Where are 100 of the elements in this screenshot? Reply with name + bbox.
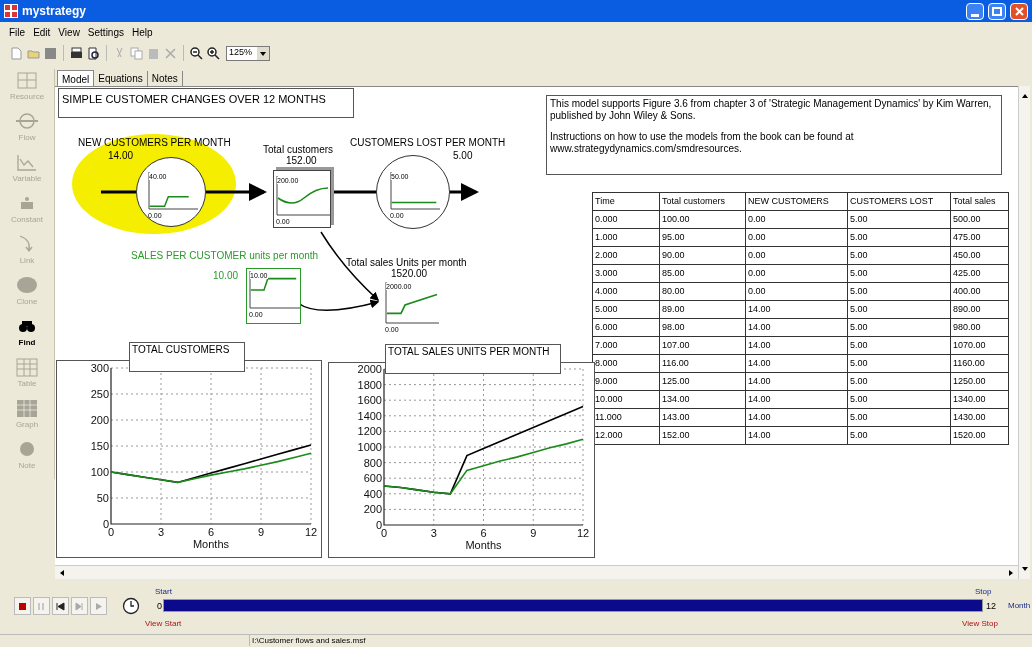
column-header: Time xyxy=(592,192,660,211)
view-stop-link[interactable]: View Stop xyxy=(962,618,998,630)
table-cell: 125.00 xyxy=(659,372,746,391)
table-cell: 400.00 xyxy=(950,282,1009,301)
minimize-button[interactable] xyxy=(966,2,984,20)
node-label: SALES PER CUSTOMER units per month xyxy=(131,250,319,261)
flow-arrow xyxy=(206,183,267,201)
tick-label: 200 xyxy=(90,414,109,426)
table-cell: 0.00 xyxy=(745,264,848,283)
tick-label: 9 xyxy=(530,527,537,539)
table-cell: 1520.00 xyxy=(950,426,1009,445)
tick-label: 6 xyxy=(480,527,487,539)
table-cell: 1.000 xyxy=(592,228,660,247)
scroll-down-icon[interactable] xyxy=(1020,565,1029,573)
table-cell: 5.00 xyxy=(847,228,951,247)
print-preview-icon[interactable] xyxy=(87,46,100,60)
mini-graph xyxy=(146,172,198,212)
table-cell: 0.000 xyxy=(592,210,660,229)
table-cell: 5.00 xyxy=(847,246,951,265)
table-cell: 14.00 xyxy=(745,372,848,391)
table-cell: 500.00 xyxy=(950,210,1009,229)
rewind-button[interactable] xyxy=(52,597,69,615)
horizontal-scrollbar[interactable] xyxy=(55,565,1018,579)
table-cell: 80.00 xyxy=(659,282,746,301)
menu-item[interactable]: Settings xyxy=(86,24,125,40)
column-header: Total customers xyxy=(659,192,746,211)
tick-label: 50 xyxy=(96,492,109,504)
tick-label: 2000 xyxy=(357,363,382,375)
menu-item[interactable]: File xyxy=(8,24,27,40)
table-cell: 6.000 xyxy=(592,318,660,337)
mini-graph xyxy=(247,271,300,311)
scroll-up-icon[interactable] xyxy=(1020,92,1029,100)
table-cell: 0.00 xyxy=(745,210,848,229)
node-label: Total sales Units per month xyxy=(346,257,467,268)
table-cell: 143.00 xyxy=(659,408,746,427)
tick-label: 250 xyxy=(90,388,109,400)
zoom-in-icon[interactable] xyxy=(207,46,220,60)
status-text: I:\Customer flows and sales.msf xyxy=(251,635,366,646)
save-icon[interactable] xyxy=(44,46,57,60)
close-button[interactable] xyxy=(1010,2,1028,20)
flow-pipe xyxy=(334,190,376,194)
clock-icon[interactable] xyxy=(122,597,140,615)
tick-label: 3 xyxy=(430,527,437,539)
tick-label: 800 xyxy=(363,456,382,469)
table-cell: 5.00 xyxy=(847,282,951,301)
tick-label: 1200 xyxy=(357,425,382,438)
close-icon xyxy=(1014,6,1024,16)
start-value: 0 xyxy=(157,600,162,613)
print-icon[interactable] xyxy=(70,46,83,60)
table-cell: 90.00 xyxy=(659,246,746,265)
vertical-scrollbar[interactable] xyxy=(1018,86,1030,579)
table-cell: 0.00 xyxy=(745,246,848,265)
table-cell: 5.00 xyxy=(847,210,951,229)
table-cell: 152.00 xyxy=(659,426,746,445)
node-value: 10.00 xyxy=(213,270,239,281)
tick-label: 12 xyxy=(304,526,318,538)
time-unit: Month xyxy=(1008,600,1031,612)
maximize-icon xyxy=(992,6,1002,16)
stock-box xyxy=(273,170,331,228)
stop-value: 12 xyxy=(986,600,996,613)
menu-item[interactable]: Edit xyxy=(32,24,52,40)
table-cell: 5.00 xyxy=(847,336,951,355)
table-cell: 1070.00 xyxy=(950,336,1009,355)
table-cell: 0.00 xyxy=(745,228,848,247)
step-icon xyxy=(73,599,86,613)
axis-title: Months xyxy=(465,539,502,551)
axis-title: Months xyxy=(192,538,230,550)
table-cell: 14.00 xyxy=(745,390,848,409)
tick-label: 12 xyxy=(576,527,590,539)
table-cell: 5.00 xyxy=(847,318,951,337)
node-label: Total customers xyxy=(263,144,334,155)
chart-title-box: TOTAL SALES UNITS PER MONTH xyxy=(385,344,561,374)
palette-tool[interactable]: Find xyxy=(2,316,52,353)
tick-label: 150 xyxy=(90,440,109,452)
zoom-out-icon[interactable] xyxy=(190,46,203,60)
tick-label: 0 xyxy=(102,518,109,530)
table-cell: 5.00 xyxy=(847,426,951,445)
table-cell: 5.00 xyxy=(847,354,951,373)
note-paragraph: Instructions on how to use the models from the book can be found at www.strategydynamics.com/smdresources. xyxy=(550,131,855,155)
menu-item[interactable]: Help xyxy=(131,24,154,40)
zoom-select[interactable]: 125% xyxy=(226,45,270,61)
note-paragraph: This model supports Figure 3.6 from chapter 3 of 'Strategic Management Dynamics' by Kim Warren, published by John Wiley & Sons. xyxy=(550,98,993,122)
table-cell: 475.00 xyxy=(950,228,1009,247)
mini-graph xyxy=(388,172,440,212)
stop-button[interactable] xyxy=(14,597,31,615)
view-start-link[interactable]: View Start xyxy=(145,618,182,630)
node-value: 1520.00 xyxy=(391,268,428,279)
table-cell: 85.00 xyxy=(659,264,746,283)
diagram-title-box: SIMPLE CUSTOMER CHANGES OVER 12 MONTHS xyxy=(58,88,354,118)
table-cell: 14.00 xyxy=(745,336,848,355)
tick-label: 1600 xyxy=(357,394,382,407)
mini-graph xyxy=(383,282,439,326)
tick-label: 200 xyxy=(363,503,382,516)
menu-item[interactable]: View xyxy=(57,24,81,40)
tick-label: 400 xyxy=(363,487,382,500)
tick-label: 6 xyxy=(207,526,215,538)
flow-pipe xyxy=(101,190,136,194)
table-cell: 1430.00 xyxy=(950,408,1009,427)
maximize-button[interactable] xyxy=(988,2,1006,20)
valve-icon xyxy=(15,111,39,132)
